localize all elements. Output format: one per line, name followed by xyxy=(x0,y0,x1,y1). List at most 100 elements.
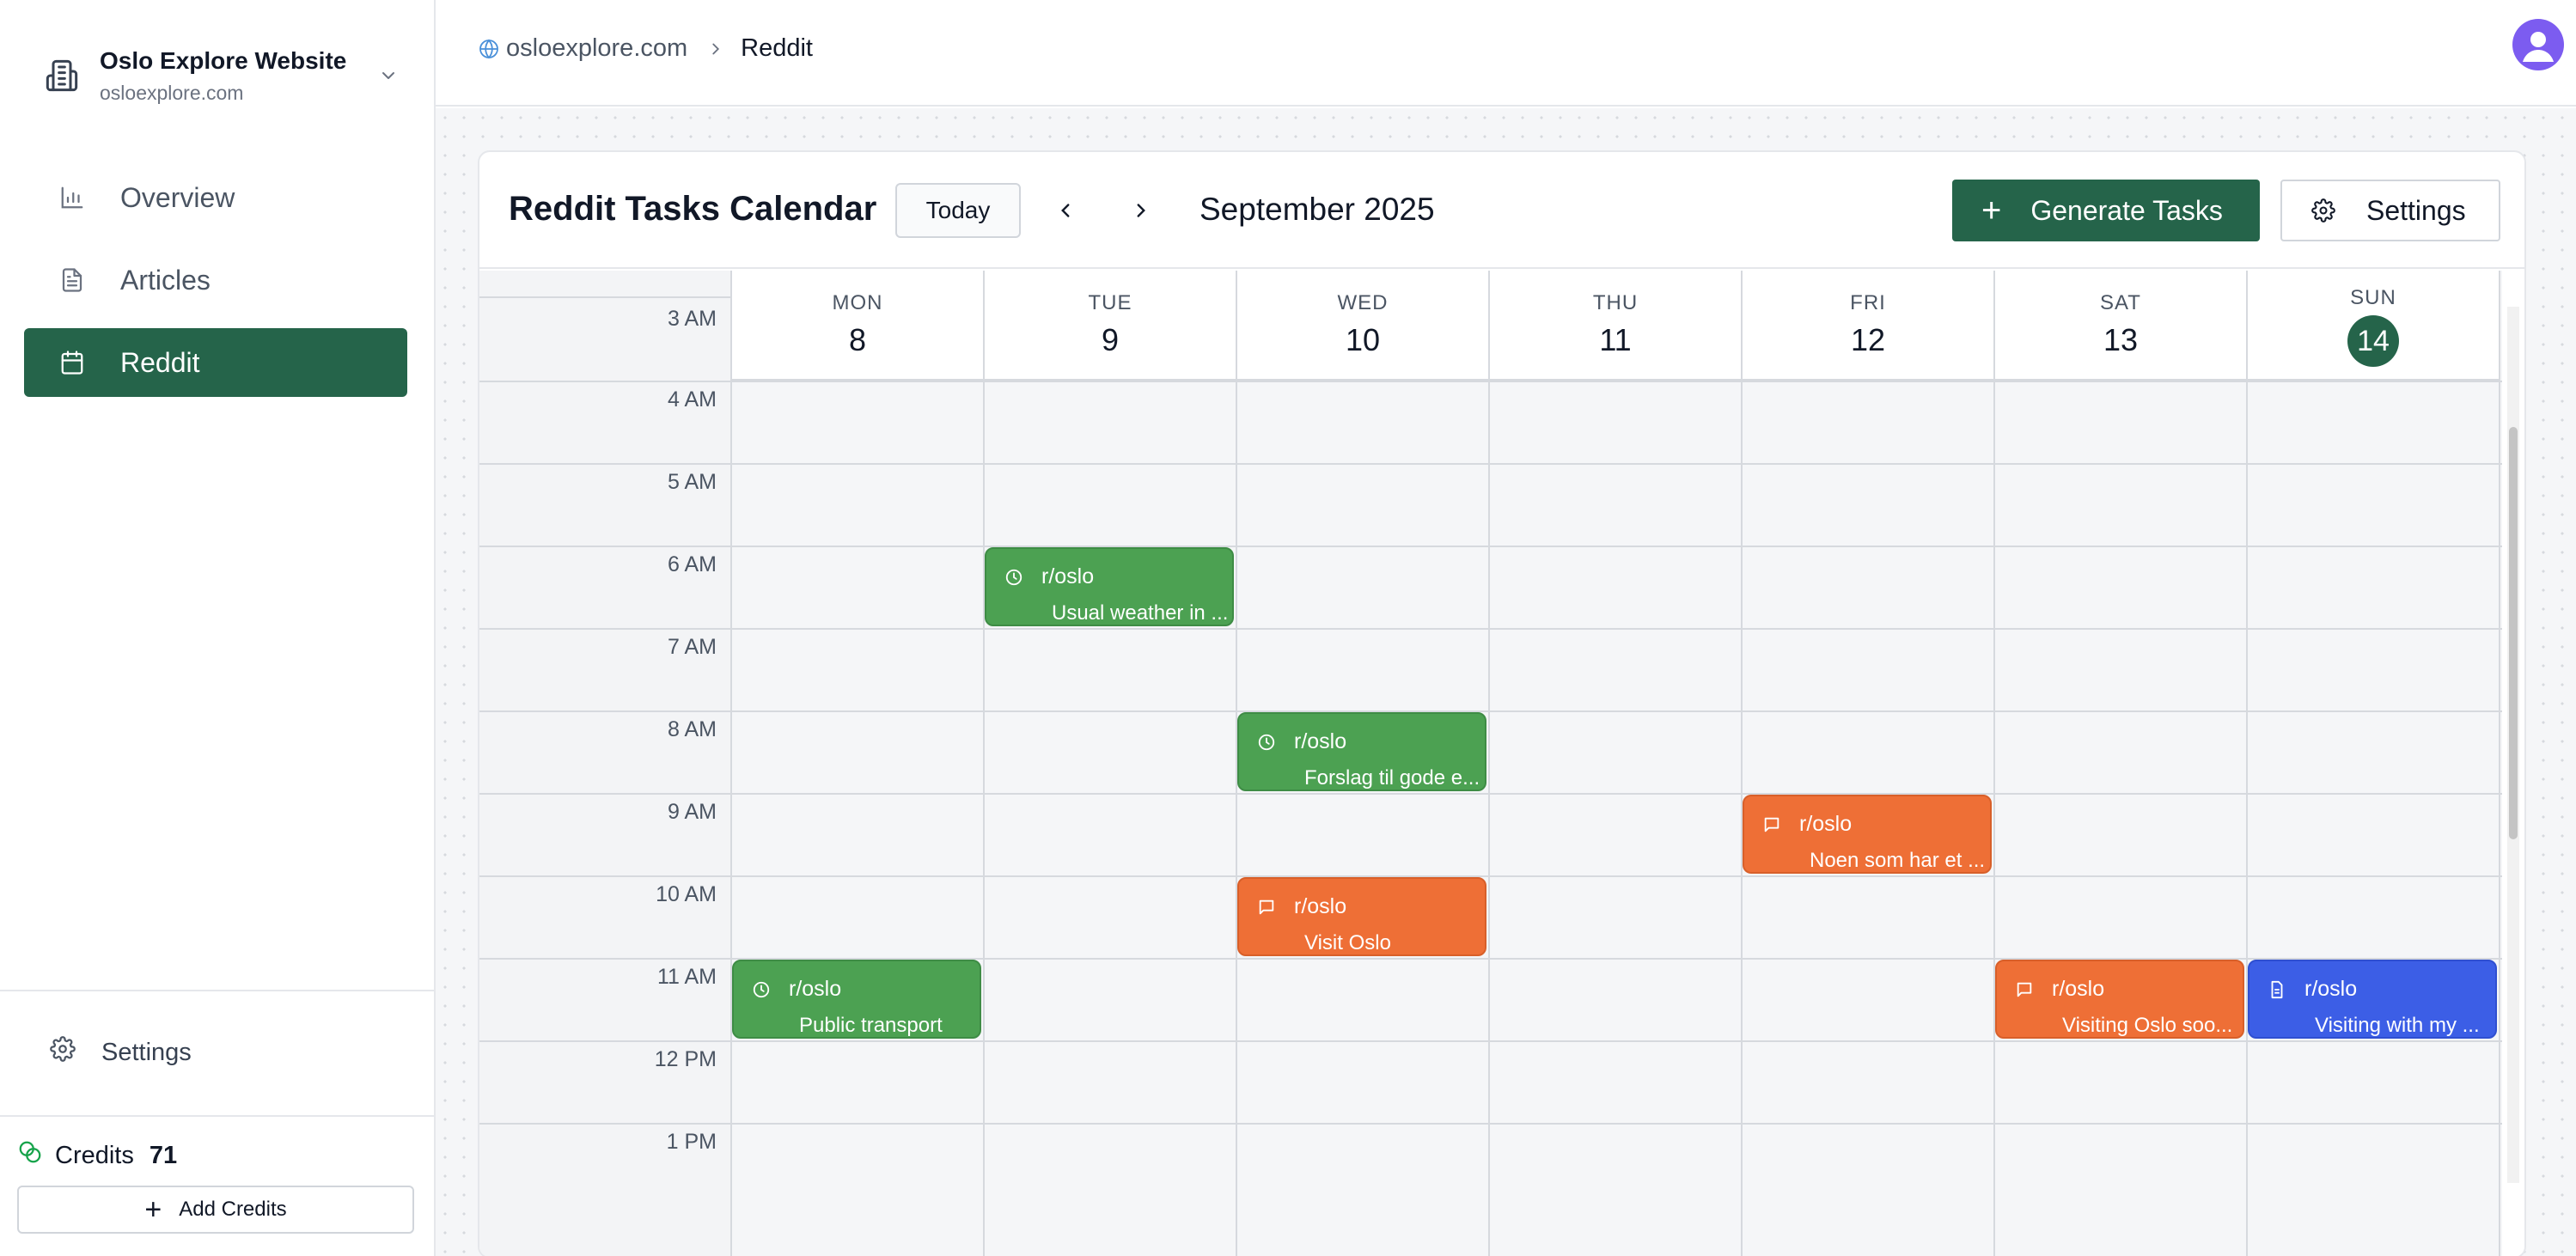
time-label: 7 AM xyxy=(668,635,717,659)
time-column xyxy=(479,271,732,1256)
chevron-right-icon[interactable] xyxy=(1122,192,1160,229)
scrollbar-thumb[interactable] xyxy=(2509,427,2518,839)
grid-row-line xyxy=(732,793,2502,795)
clock-icon xyxy=(751,979,772,1000)
event-subreddit: r/oslo xyxy=(2304,977,2358,1001)
building-icon xyxy=(41,55,82,96)
day-header-fri[interactable]: FRI 12 xyxy=(1743,271,1995,381)
event-title: Noen som har et ... xyxy=(1810,849,1986,872)
sidebar-item-articles[interactable]: Articles xyxy=(24,246,407,314)
event-subreddit: r/oslo xyxy=(1799,812,1853,836)
day-number: 12 xyxy=(1850,322,1886,357)
sidebar-item-reddit[interactable]: Reddit xyxy=(24,328,407,397)
grid-row-line xyxy=(479,381,732,382)
grid-row-line xyxy=(479,546,732,547)
day-name: THU xyxy=(1592,291,1639,314)
divider xyxy=(0,1115,434,1117)
calendar-settings-label: Settings xyxy=(2366,194,2466,226)
gear-icon xyxy=(50,1036,76,1069)
sidebar-item-label: Articles xyxy=(120,264,211,296)
event-subreddit: r/oslo xyxy=(2052,977,2105,1001)
grid-row-line xyxy=(479,958,732,960)
grid-row-line xyxy=(732,1040,2502,1042)
today-button[interactable]: Today xyxy=(895,183,1021,238)
task-event[interactable]: r/oslo Usual weather in ... xyxy=(985,547,1234,626)
grid-row-line xyxy=(479,710,732,712)
event-title: Visit Oslo xyxy=(1304,931,1391,954)
org-switcher[interactable]: Oslo Explore Website osloexplore.com xyxy=(41,41,402,110)
grid-column-line xyxy=(1488,381,1490,1256)
grid-row-line xyxy=(732,1123,2502,1125)
clock-icon xyxy=(1256,732,1277,753)
event-title: Visiting Oslo soo... xyxy=(2062,1014,2233,1037)
day-header-tue[interactable]: TUE 9 xyxy=(985,271,1237,381)
chevron-left-icon[interactable] xyxy=(1047,192,1084,229)
org-name: Oslo Explore Website xyxy=(100,46,347,74)
calendar-settings-button[interactable]: Settings xyxy=(2280,180,2500,241)
time-label: 12 PM xyxy=(654,1047,717,1071)
event-title: Public transport xyxy=(799,1014,943,1037)
day-number: 9 xyxy=(1101,322,1120,357)
task-event[interactable]: r/oslo Visit Oslo xyxy=(1237,877,1486,956)
task-event[interactable]: r/oslo Forslag til gode e... xyxy=(1237,712,1486,791)
grid-row-line xyxy=(732,710,2502,712)
time-label: 5 AM xyxy=(668,470,717,494)
day-name: SUN xyxy=(2350,286,2396,309)
chevron-right-icon xyxy=(706,40,725,58)
sidebar-item-overview[interactable]: Overview xyxy=(24,163,407,232)
grid-column-line xyxy=(1993,381,1995,1256)
grid-column-line xyxy=(2246,381,2248,1256)
day-name: MON xyxy=(832,291,883,314)
document-icon xyxy=(2267,979,2287,1000)
grid-column-line xyxy=(983,381,985,1256)
grid-row-line xyxy=(732,381,2502,382)
day-number: 10 xyxy=(1345,322,1381,357)
day-name: SAT xyxy=(2100,291,2141,314)
org-url: osloexplore.com xyxy=(100,81,244,104)
task-event[interactable]: r/oslo Noen som har et ... xyxy=(1743,795,1992,874)
time-label: 8 AM xyxy=(668,717,717,741)
day-header-sat[interactable]: SAT 13 xyxy=(1995,271,2248,381)
credits-display: Credits 71 xyxy=(17,1139,177,1172)
comment-icon xyxy=(1761,814,1782,835)
chevron-down-icon[interactable] xyxy=(375,62,402,89)
task-event[interactable]: r/oslo Visiting Oslo soo... xyxy=(1995,960,2244,1039)
grid-row-line xyxy=(732,875,2502,877)
avatar[interactable] xyxy=(2512,19,2564,70)
event-title: Usual weather in ... xyxy=(1052,601,1229,625)
comment-icon xyxy=(2014,979,2035,1000)
day-name: WED xyxy=(1337,291,1389,314)
sidebar-item-settings[interactable]: Settings xyxy=(50,1036,192,1069)
comment-icon xyxy=(1256,897,1277,918)
add-credits-label: Add Credits xyxy=(179,1198,287,1221)
day-header-sun[interactable]: SUN 14 xyxy=(2248,271,2500,381)
day-name: FRI xyxy=(1850,291,1886,314)
divider xyxy=(0,990,434,991)
day-header-thu[interactable]: THU 11 xyxy=(1490,271,1743,381)
day-header-wed[interactable]: WED 10 xyxy=(1237,271,1490,381)
task-event[interactable]: r/oslo Public transport xyxy=(732,960,981,1039)
breadcrumb-site-link[interactable]: osloexplore.com xyxy=(506,34,687,63)
generate-tasks-button[interactable]: + Generate Tasks xyxy=(1952,180,2260,241)
event-subreddit: r/oslo xyxy=(1294,894,1347,918)
grid-row-line xyxy=(479,875,732,877)
event-subreddit: r/oslo xyxy=(789,977,842,1001)
clock-icon xyxy=(1004,567,1024,588)
sidebar: Oslo Explore Website osloexplore.com Ove… xyxy=(0,0,436,1256)
event-subreddit: r/oslo xyxy=(1041,564,1095,588)
top-bar: osloexplore.com Reddit xyxy=(436,0,2576,107)
coins-icon xyxy=(17,1139,43,1172)
day-number: 11 xyxy=(1599,322,1632,357)
grid-column-line xyxy=(2499,381,2500,1256)
day-header-mon[interactable]: MON 8 xyxy=(732,271,985,381)
breadcrumb: osloexplore.com Reddit xyxy=(477,34,813,63)
add-credits-button[interactable]: + Add Credits xyxy=(17,1186,414,1234)
calendar-icon xyxy=(58,349,86,376)
grid-row-line xyxy=(732,628,2502,630)
task-event[interactable]: r/oslo Visiting with my ... xyxy=(2248,960,2497,1039)
time-label: 9 AM xyxy=(668,800,717,824)
grid-column-line xyxy=(1236,381,1237,1256)
time-label: 11 AM xyxy=(656,965,717,989)
event-subreddit: r/oslo xyxy=(1294,729,1347,753)
week-grid: MON 8 TUE 9 WED 10 THU 11 FRI 12 SAT 13 SUN 14 3 AM 4 A… xyxy=(479,271,2502,1256)
